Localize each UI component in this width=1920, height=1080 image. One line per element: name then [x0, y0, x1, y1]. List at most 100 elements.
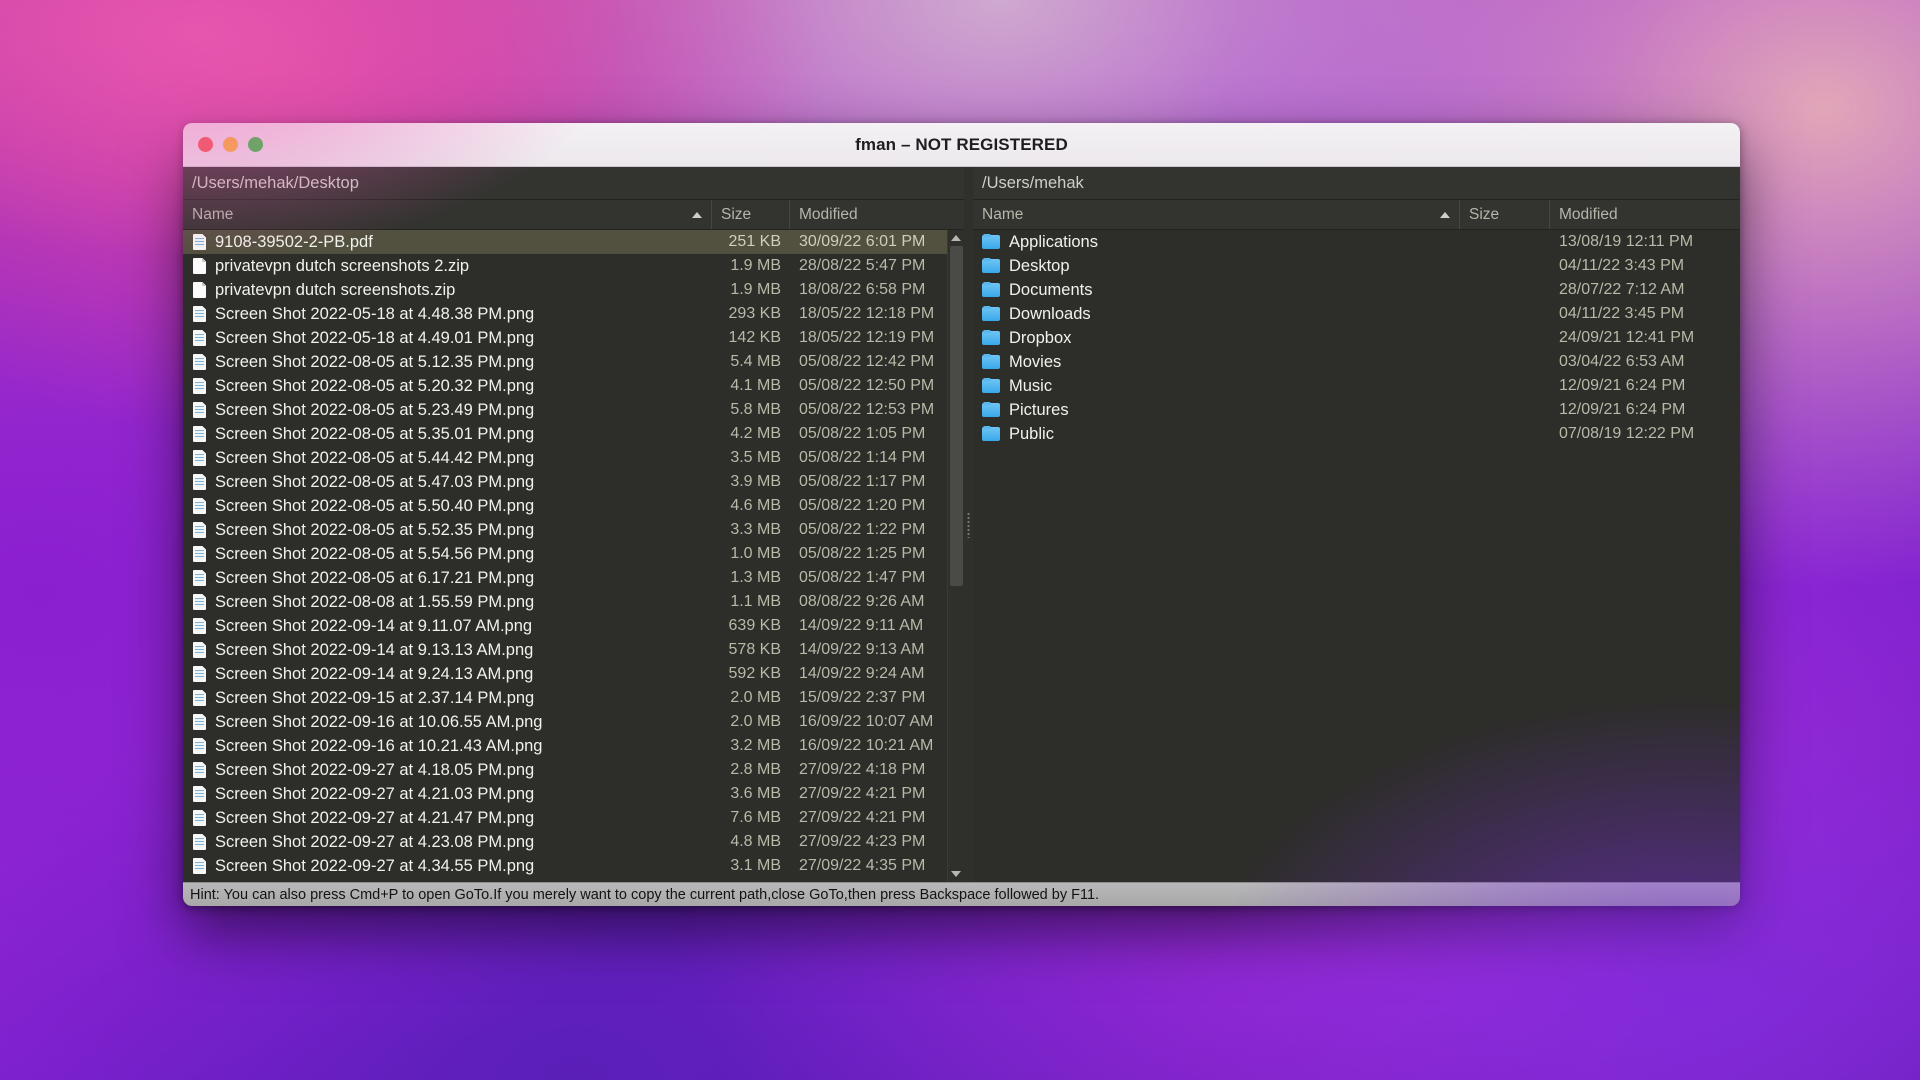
file-modified-cell: 18/08/22 6:58 PM — [799, 281, 926, 298]
file-row[interactable]: privatevpn dutch screenshots.zip 1.9 MB 18… — [183, 278, 964, 302]
sort-ascending-icon — [1440, 211, 1450, 218]
file-row[interactable]: Documents 28/07/22 7:12 AM — [973, 278, 1740, 302]
file-modified-cell: 14/09/22 9:13 AM — [799, 641, 925, 658]
file-size-cell: 592 KB — [728, 665, 781, 682]
left-pane-path[interactable]: /Users/mehak/Desktop — [183, 167, 964, 200]
pane-splitter[interactable] — [964, 167, 973, 882]
file-row[interactable]: Pictures 12/09/21 6:24 PM — [973, 398, 1740, 422]
right-column-header-size[interactable]: Size — [1460, 200, 1550, 229]
scroll-up-arrow-icon[interactable] — [948, 230, 965, 246]
file-name-label: Screen Shot 2022-09-27 at 4.21.03 PM.png — [215, 785, 535, 803]
file-modified-cell: 16/09/22 10:07 AM — [799, 713, 934, 730]
file-modified-cell: 28/07/22 7:12 AM — [1559, 281, 1685, 298]
file-row[interactable]: Screen Shot 2022-08-05 at 5.20.32 PM.png… — [183, 374, 964, 398]
file-row[interactable]: Screen Shot 2022-08-05 at 6.17.21 PM.png… — [183, 566, 964, 590]
right-pane-path[interactable]: /Users/mehak — [973, 167, 1740, 200]
file-row[interactable]: Screen Shot 2022-08-05 at 5.47.03 PM.png… — [183, 470, 964, 494]
file-row[interactable]: Screen Shot 2022-08-05 at 5.50.40 PM.png… — [183, 494, 964, 518]
file-name-cell: privatevpn dutch screenshots 2.zip — [183, 254, 712, 278]
file-row[interactable]: Screen Shot 2022-08-05 at 5.52.35 PM.png… — [183, 518, 964, 542]
file-size-cell: 578 KB — [728, 641, 781, 658]
file-row[interactable]: Screen Shot 2022-08-05 at 5.54.56 PM.png… — [183, 542, 964, 566]
file-row[interactable]: privatevpn dutch screenshots 2.zip 1.9 MB… — [183, 254, 964, 278]
file-name-label: Pictures — [1009, 401, 1069, 419]
right-column-header-modified-label: Modified — [1559, 205, 1618, 223]
desktop-wallpaper: fman – NOT REGISTERED /Users/mehak/Deskt… — [0, 0, 1920, 1080]
file-row[interactable]: Screen Shot 2022-09-14 at 9.13.13 AM.png… — [183, 638, 964, 662]
file-modified-cell: 05/08/22 1:05 PM — [799, 425, 926, 442]
file-modified-cell: 13/08/19 12:11 PM — [1559, 233, 1694, 250]
left-column-header-modified[interactable]: Modified — [790, 200, 964, 229]
file-row[interactable]: Screen Shot 2022-09-16 at 10.06.55 AM.pn… — [183, 710, 964, 734]
left-file-list[interactable]: 9108-39502-2-PB.pdf 251 KB 30/09/22 6:01 P… — [183, 230, 964, 882]
file-size-cell: 2.8 MB — [730, 761, 781, 778]
file-row[interactable]: Dropbox 24/09/21 12:41 PM — [973, 326, 1740, 350]
status-bar: Hint: You can also press Cmd+P to open G… — [183, 882, 1740, 906]
file-row[interactable]: Public 07/08/19 12:22 PM — [973, 422, 1740, 446]
file-row[interactable]: Screen Shot 2022-09-16 at 10.21.43 AM.pn… — [183, 734, 964, 758]
left-pane-scrollbar[interactable] — [947, 230, 964, 882]
file-row[interactable]: Screen Shot 2022-08-05 at 5.23.49 PM.png… — [183, 398, 964, 422]
left-scroll-track[interactable] — [949, 246, 963, 866]
file-row[interactable]: Screen Shot 2022-09-15 at 2.37.14 PM.png… — [183, 686, 964, 710]
right-file-list[interactable]: Applications 13/08/19 12:11 PM Desktop 04/1… — [973, 230, 1740, 882]
file-name-cell: Pictures — [973, 398, 1460, 422]
file-row[interactable]: Screen Shot 2022-09-27 at 4.21.03 PM.png… — [183, 782, 964, 806]
file-modified-cell: 05/08/22 1:47 PM — [799, 569, 926, 586]
left-column-header-name[interactable]: Name — [183, 200, 712, 229]
file-modified-cell: 08/08/22 9:26 AM — [799, 593, 925, 610]
file-row[interactable]: Applications 13/08/19 12:11 PM — [973, 230, 1740, 254]
file-row[interactable]: Desktop 04/11/22 3:43 PM — [973, 254, 1740, 278]
file-preview-icon — [192, 545, 207, 563]
file-preview-icon — [192, 833, 207, 851]
right-pane: /Users/mehak Name Size Modified Applicat… — [973, 167, 1740, 882]
scroll-down-arrow-icon[interactable] — [948, 866, 965, 882]
file-name-label: Screen Shot 2022-08-05 at 5.50.40 PM.png — [215, 497, 535, 515]
file-row[interactable]: Screen Shot 2022-05-18 at 4.48.38 PM.png… — [183, 302, 964, 326]
left-scroll-thumb[interactable] — [949, 246, 963, 586]
file-row[interactable]: Screen Shot 2022-09-27 at 4.18.05 PM.png… — [183, 758, 964, 782]
left-column-header-size[interactable]: Size — [712, 200, 790, 229]
right-column-header-modified[interactable]: Modified — [1550, 200, 1740, 229]
file-row[interactable]: Screen Shot 2022-09-14 at 9.24.13 AM.png… — [183, 662, 964, 686]
file-row[interactable]: Screen Shot 2022-08-05 at 5.35.01 PM.png… — [183, 422, 964, 446]
file-name-label: Applications — [1009, 233, 1098, 251]
file-preview-icon — [192, 641, 207, 659]
file-row[interactable]: Downloads 04/11/22 3:45 PM — [973, 302, 1740, 326]
file-name-cell: Screen Shot 2022-09-16 at 10.21.43 AM.pn… — [183, 734, 712, 758]
file-name-label: Screen Shot 2022-09-27 at 4.34.55 PM.png — [215, 857, 535, 875]
file-row[interactable]: Screen Shot 2022-09-14 at 9.11.07 AM.png… — [183, 614, 964, 638]
file-size-cell: 4.2 MB — [730, 425, 781, 442]
file-row[interactable]: 9108-39502-2-PB.pdf 251 KB 30/09/22 6:01 P… — [183, 230, 964, 254]
file-row[interactable]: Screen Shot 2022-08-05 at 5.12.35 PM.png… — [183, 350, 964, 374]
file-row[interactable]: Screen Shot 2022-09-27 at 4.35.51 PM.png… — [183, 878, 964, 882]
right-pane-column-headers: Name Size Modified — [973, 200, 1740, 230]
file-preview-icon — [192, 665, 207, 683]
file-row[interactable]: Screen Shot 2022-08-08 at 1.55.59 PM.png… — [183, 590, 964, 614]
right-column-header-name[interactable]: Name — [973, 200, 1460, 229]
file-name-cell: Desktop — [973, 254, 1460, 278]
file-modified-cell: 14/09/22 9:11 AM — [799, 617, 924, 634]
file-name-label: 9108-39502-2-PB.pdf — [215, 233, 373, 251]
window-titlebar[interactable]: fman – NOT REGISTERED — [183, 123, 1740, 167]
file-size-cell: 5.4 MB — [730, 353, 781, 370]
file-modified-cell: 05/08/22 1:17 PM — [799, 473, 926, 490]
file-modified-cell: 05/08/22 12:42 PM — [799, 353, 935, 370]
right-column-header-size-label: Size — [1469, 205, 1500, 223]
file-row[interactable]: Movies 03/04/22 6:53 AM — [973, 350, 1740, 374]
file-size-cell: 5.8 MB — [730, 401, 781, 418]
file-row[interactable]: Screen Shot 2022-08-05 at 5.44.42 PM.png… — [183, 446, 964, 470]
file-name-cell: Screen Shot 2022-09-15 at 2.37.14 PM.png — [183, 686, 712, 710]
file-row[interactable]: Screen Shot 2022-09-27 at 4.21.47 PM.png… — [183, 806, 964, 830]
file-preview-icon — [192, 353, 207, 371]
file-name-cell: Movies — [973, 350, 1460, 374]
file-row[interactable]: Screen Shot 2022-09-27 at 4.23.08 PM.png… — [183, 830, 964, 854]
file-preview-icon — [192, 521, 207, 539]
file-row[interactable]: Screen Shot 2022-05-18 at 4.49.01 PM.png… — [183, 326, 964, 350]
file-name-label: Downloads — [1009, 305, 1091, 323]
file-row[interactable]: Music 12/09/21 6:24 PM — [973, 374, 1740, 398]
file-row[interactable]: Screen Shot 2022-09-27 at 4.34.55 PM.png… — [183, 854, 964, 878]
file-name-cell: Public — [973, 422, 1460, 446]
file-preview-icon — [192, 401, 207, 419]
file-modified-cell: 27/09/22 4:35 PM — [790, 878, 964, 882]
